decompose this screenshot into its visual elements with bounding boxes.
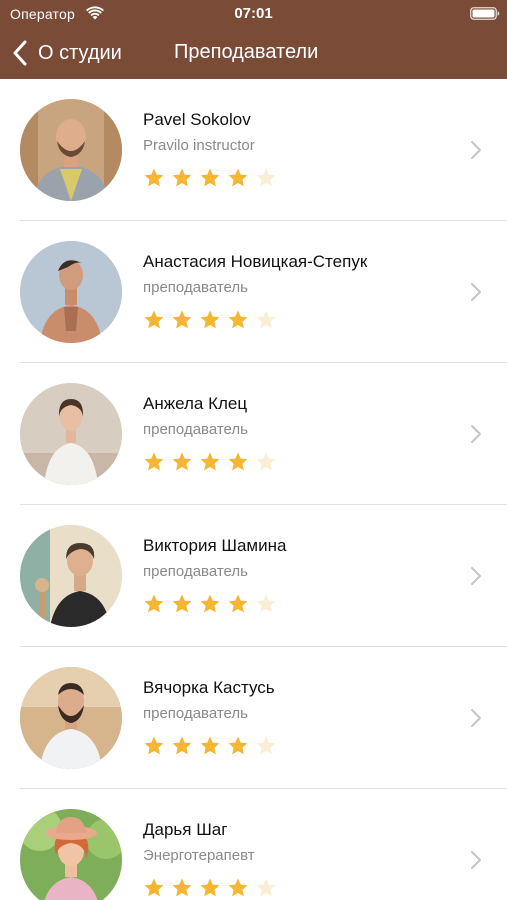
star-filled-icon <box>144 168 164 187</box>
battery-icon <box>470 7 500 20</box>
teacher-name: Вячорка Кастусь <box>143 678 275 697</box>
teacher-row[interactable]: Анжела Клец преподаватель <box>0 363 507 505</box>
star-filled-icon <box>172 736 192 755</box>
chevron-right-icon <box>471 851 481 869</box>
star-filled-icon <box>200 168 220 187</box>
star-filled-icon <box>144 452 164 471</box>
star-empty-icon <box>256 168 276 187</box>
star-filled-icon <box>228 310 248 329</box>
teacher-row[interactable]: Вячорка Кастусь преподаватель <box>0 647 507 789</box>
teacher-rating <box>143 309 283 333</box>
star-filled-icon <box>228 736 248 755</box>
teacher-avatar <box>20 809 122 900</box>
star-filled-icon <box>144 736 164 755</box>
star-filled-icon <box>172 452 192 471</box>
star-filled-icon <box>228 452 248 471</box>
back-button-label: О студии <box>38 41 122 64</box>
star-filled-icon <box>200 452 220 471</box>
teacher-avatar <box>20 99 122 201</box>
chevron-right-icon <box>471 709 481 727</box>
teacher-rating <box>143 451 283 475</box>
teacher-role: Pravilo instructor <box>143 137 255 154</box>
star-empty-icon <box>256 310 276 329</box>
teacher-avatar <box>20 241 122 343</box>
star-filled-icon <box>200 310 220 329</box>
star-filled-icon <box>228 168 248 187</box>
teacher-rating <box>143 593 283 617</box>
chevron-right-icon <box>471 425 481 443</box>
app-header: Оператор 07:01 О студии Преподаватели <box>0 0 507 79</box>
star-filled-icon <box>228 594 248 613</box>
chevron-right-icon <box>471 567 481 585</box>
teacher-rating <box>143 735 283 759</box>
teacher-avatar <box>20 525 122 627</box>
teacher-role: преподаватель <box>143 421 248 438</box>
star-filled-icon <box>144 594 164 613</box>
star-empty-icon <box>256 594 276 613</box>
status-time: 07:01 <box>234 5 273 22</box>
star-filled-icon <box>200 736 220 755</box>
teacher-row[interactable]: Pavel Sokolov Pravilo instructor <box>0 79 507 221</box>
star-empty-icon <box>256 736 276 755</box>
chevron-right-icon <box>471 141 481 159</box>
star-filled-icon <box>172 168 192 187</box>
chevron-right-icon <box>471 283 481 301</box>
back-chevron-icon <box>13 40 27 66</box>
star-filled-icon <box>144 878 164 897</box>
teacher-role: преподаватель <box>143 279 248 296</box>
teacher-avatar <box>20 383 122 485</box>
page-title: Преподаватели <box>174 41 319 63</box>
navigation-bar: О студии Преподаватели <box>0 30 507 76</box>
teacher-name: Анжела Клец <box>143 394 248 413</box>
star-filled-icon <box>172 878 192 897</box>
teacher-avatar <box>20 667 122 769</box>
teachers-list: Pavel Sokolov Pravilo instructor Анастас… <box>0 79 507 900</box>
star-empty-icon <box>256 452 276 471</box>
teacher-name: Дарья Шаг <box>143 820 228 839</box>
teacher-name: Pavel Sokolov <box>143 110 251 129</box>
teacher-role: преподаватель <box>143 705 248 722</box>
star-filled-icon <box>144 310 164 329</box>
star-filled-icon <box>172 310 192 329</box>
teacher-name: Виктория Шамина <box>143 536 287 555</box>
teacher-row[interactable]: Виктория Шамина преподаватель <box>0 505 507 647</box>
back-button[interactable]: О студии <box>12 38 122 68</box>
teacher-rating <box>143 167 283 191</box>
star-filled-icon <box>200 878 220 897</box>
star-filled-icon <box>200 594 220 613</box>
star-filled-icon <box>228 878 248 897</box>
star-filled-icon <box>172 594 192 613</box>
teacher-rating <box>143 877 283 900</box>
teacher-role: преподаватель <box>143 563 248 580</box>
teacher-role: Энерготерапевт <box>143 847 255 864</box>
teacher-name: Анастасия Новицкая-Степук <box>143 252 368 271</box>
teacher-row[interactable]: Анастасия Новицкая-Степук преподаватель <box>0 221 507 363</box>
status-bar: Оператор 07:01 <box>0 0 507 28</box>
teacher-row[interactable]: Дарья Шаг Энерготерапевт <box>0 789 507 900</box>
star-empty-icon <box>256 878 276 897</box>
